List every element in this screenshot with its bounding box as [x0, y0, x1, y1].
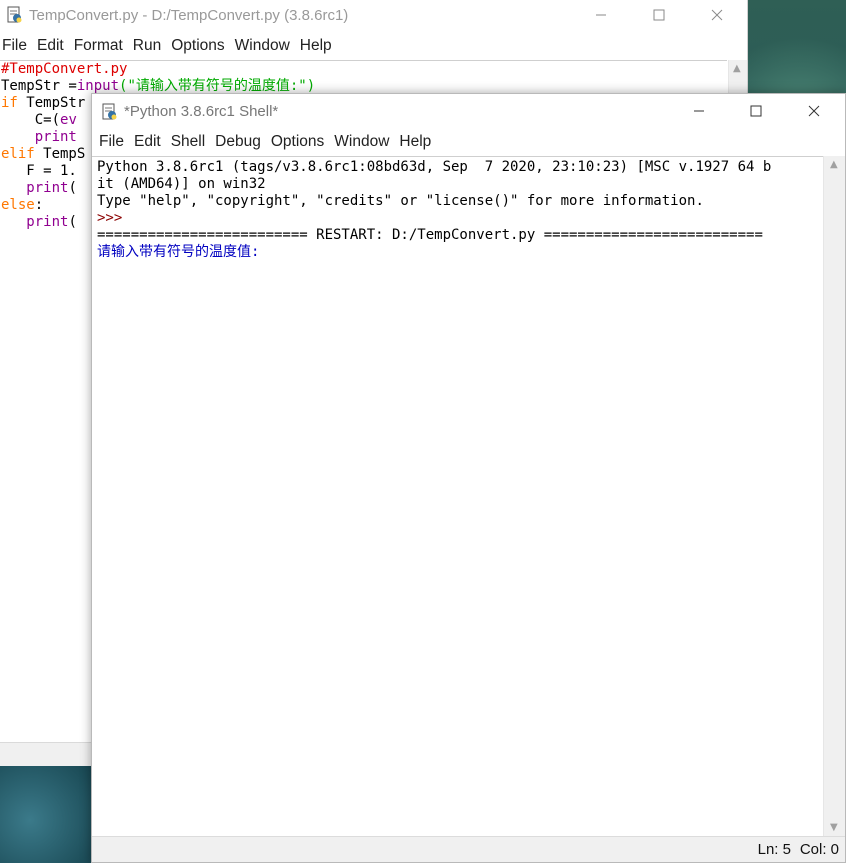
scroll-up-icon[interactable]: ▲: [733, 63, 741, 74]
editor-window-title: TempConvert.py - D:/TempConvert.py (3.8.…: [29, 6, 349, 24]
menu-options[interactable]: Options: [169, 37, 230, 55]
python-idle-icon: [7, 6, 22, 23]
code-token: print: [26, 180, 69, 196]
code-token: print: [34, 129, 77, 145]
code-token: C=(: [1, 112, 61, 128]
menu-format[interactable]: Format: [72, 37, 129, 55]
shell-line: >>>: [97, 210, 131, 226]
shell-titlebar[interactable]: *Python 3.8.6rc1 Shell*: [92, 94, 845, 128]
code-token: print: [26, 214, 69, 230]
shell-line: 请输入带有符号的温度值:: [97, 244, 260, 260]
code-token: TempStr: [17, 95, 86, 111]
shell-scrollbar[interactable]: ▲ ▼: [823, 156, 845, 836]
code-line: #TempConvert.py: [1, 61, 727, 78]
shell-window[interactable]: *Python 3.8.6rc1 Shell* File Edit Shell …: [91, 93, 846, 863]
menu-edit[interactable]: Edit: [35, 37, 70, 55]
code-token: input: [76, 78, 120, 94]
shell-output-area[interactable]: Python 3.8.6rc1 (tags/v3.8.6rc1:08bd63d,…: [92, 156, 823, 836]
close-icon: [711, 9, 723, 21]
menu-file[interactable]: File: [0, 37, 33, 55]
minimize-button[interactable]: [578, 0, 624, 30]
close-button[interactable]: [791, 94, 837, 128]
close-button[interactable]: [694, 0, 740, 30]
code-token: ev: [60, 112, 77, 128]
menu-window[interactable]: Window: [332, 133, 395, 151]
maximize-icon: [653, 9, 665, 21]
menu-help[interactable]: Help: [298, 37, 338, 55]
editor-titlebar[interactable]: TempConvert.py - D:/TempConvert.py (3.8.…: [0, 0, 747, 30]
editor-menubar: File Edit Format Run Options Window Help: [0, 33, 340, 59]
maximize-button[interactable]: [636, 0, 682, 30]
scroll-down-icon[interactable]: ▼: [830, 822, 838, 833]
minimize-icon: [596, 14, 606, 16]
menu-help[interactable]: Help: [397, 133, 437, 151]
code-token: TempS: [34, 146, 86, 162]
code-token: :: [34, 197, 44, 213]
shell-window-title: *Python 3.8.6rc1 Shell*: [124, 102, 279, 120]
menu-file[interactable]: File: [97, 133, 130, 151]
menu-shell[interactable]: Shell: [169, 133, 211, 151]
shell-line: Type "help", "copyright", "credits" or "…: [97, 193, 704, 209]
menu-run[interactable]: Run: [131, 37, 167, 55]
menu-edit[interactable]: Edit: [132, 133, 167, 151]
code-token: else: [1, 197, 35, 213]
shell-line: it (AMD64)] on win32: [97, 176, 266, 192]
shell-line: ========================= RESTART: D:/Te…: [97, 227, 763, 243]
shell-line: Python 3.8.6rc1 (tags/v3.8.6rc1:08bd63d,…: [97, 159, 772, 175]
line-number: Ln: 5: [757, 841, 791, 858]
code-token: (: [68, 214, 77, 230]
code-token: (: [68, 180, 77, 196]
minimize-button[interactable]: [676, 94, 722, 128]
scroll-up-icon[interactable]: ▲: [830, 159, 838, 170]
menu-options[interactable]: Options: [269, 133, 330, 151]
minimize-icon: [694, 110, 704, 112]
code-token: if: [1, 95, 18, 111]
code-token: elif: [1, 146, 35, 162]
maximize-button[interactable]: [733, 94, 779, 128]
column-number: Col: 0: [799, 841, 839, 858]
code-token: TempStr =: [1, 78, 77, 94]
maximize-icon: [750, 105, 762, 117]
shell-menubar: File Edit Shell Debug Options Window Hel…: [97, 129, 439, 155]
code-token: ("请输入带有符号的温度值:"): [119, 78, 316, 94]
code-token: F = 1.: [1, 163, 77, 179]
close-icon: [808, 105, 820, 117]
code-token: #TempConvert.py: [1, 61, 128, 77]
shell-status-bar: Ln: 5 Col: 0: [92, 836, 845, 862]
python-idle-icon: [102, 103, 117, 120]
menu-window[interactable]: Window: [233, 37, 296, 55]
menu-debug[interactable]: Debug: [213, 133, 267, 151]
